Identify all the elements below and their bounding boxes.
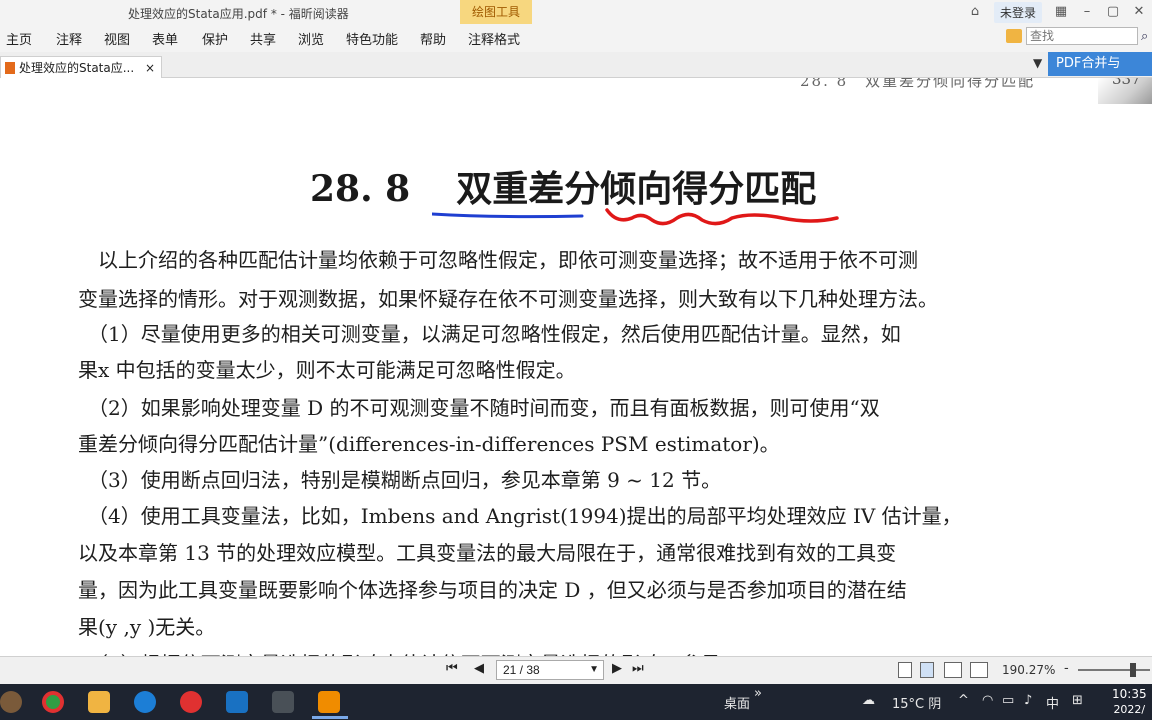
- single-page-view-icon[interactable]: [898, 662, 912, 678]
- window-controls: ⌂ 未登录 ▦ – ▢ ✕: [962, 0, 1152, 24]
- active-app-indicator: [312, 716, 348, 719]
- folder-icon[interactable]: [1006, 29, 1022, 43]
- weather-cloud-icon[interactable]: ☁: [862, 693, 875, 708]
- photos-app-icon[interactable]: [226, 691, 248, 713]
- toolbar-expand-icon[interactable]: »: [754, 686, 762, 701]
- file-explorer-icon[interactable]: [88, 691, 110, 713]
- chrome-icon[interactable]: [42, 691, 64, 713]
- shirt-skin-icon[interactable]: ⌂: [962, 0, 988, 24]
- menu-form[interactable]: 表单: [152, 29, 178, 48]
- ime-keyboard-icon[interactable]: ⊞: [1072, 693, 1083, 708]
- two-page-continuous-view-icon[interactable]: [970, 662, 988, 678]
- ime-indicator[interactable]: 中: [1046, 693, 1059, 712]
- ie-browser-icon[interactable]: [134, 691, 156, 713]
- zoom-level[interactable]: 190.27%: [1002, 663, 1055, 677]
- weather-text[interactable]: 15°C 阴: [892, 693, 941, 712]
- next-page-button[interactable]: ▶: [612, 661, 622, 676]
- calculator-icon[interactable]: [272, 691, 294, 713]
- menu-features[interactable]: 特色功能: [346, 29, 398, 48]
- menu-help[interactable]: 帮助: [420, 29, 446, 48]
- last-page-button[interactable]: ⏭: [632, 661, 644, 676]
- section-number: 28. 8: [310, 168, 411, 210]
- paragraph-line: 重差分倾向得分匹配估计量”(differences-in-differences…: [78, 432, 780, 456]
- running-head: 28. 8 双重差分倾向得分匹配: [800, 78, 1036, 90]
- battery-icon[interactable]: ▭: [1002, 693, 1014, 708]
- paragraph-line: （4）使用工具变量法，比如，Imbens and Angrist(1994)提出…: [78, 504, 962, 528]
- paragraph-line: 量，因为此工具变量既要影响个体选择参与项目的决定 D ，但又必须与是否参加项目的…: [78, 578, 907, 602]
- menu-comment[interactable]: 注释: [56, 29, 82, 48]
- paragraph-line: 果(y ,y )无关。: [78, 615, 216, 639]
- page-number-input[interactable]: 21 / 38 ▼: [496, 660, 604, 680]
- section-title-text: 双重差分倾向得分匹配: [456, 168, 817, 210]
- document-tab[interactable]: 处理效应的Stata应... ×: [0, 56, 162, 78]
- red-ink-stroke: [605, 208, 839, 226]
- system-clock[interactable]: 10:35 2022/: [1112, 686, 1147, 718]
- clock-time: 10:35: [1112, 687, 1147, 701]
- document-tab-bar: 处理效应的Stata应... ×: [0, 52, 1152, 78]
- tray-expand-icon[interactable]: ^: [958, 693, 969, 708]
- title-bar: 处理效应的Stata应用.pdf * - 福昕阅读器 绘图工具 ⌂ 未登录 ▦ …: [0, 0, 1152, 24]
- grid-layout-icon[interactable]: ▦: [1048, 0, 1074, 24]
- paragraph-line: 果x 中包括的变量太少，则不太可能满足可忽略性假定。: [78, 358, 576, 382]
- app-icon-1[interactable]: [0, 691, 22, 713]
- menu-home[interactable]: 主页: [6, 29, 32, 48]
- page-navigation-bar: ⏮ ◀ 21 / 38 ▼ ▶ ⏭ 190.27% -: [0, 656, 1152, 684]
- close-window-icon[interactable]: ✕: [1126, 0, 1152, 24]
- paragraph-line: （3）使用断点回归法，特别是模糊断点回归，参见本章第 9 ~ 12 节。: [78, 468, 722, 492]
- paragraph-line: 变量选择的情形。对于观测数据，如果怀疑存在依不可测变量选择，则大致有以下几种处理…: [78, 287, 938, 311]
- two-page-view-icon[interactable]: [944, 662, 962, 678]
- menu-browse[interactable]: 浏览: [298, 29, 324, 48]
- window-title: 处理效应的Stata应用.pdf * - 福昕阅读器: [128, 7, 349, 21]
- restore-icon[interactable]: ▢: [1100, 0, 1126, 24]
- tab-close-icon[interactable]: ×: [145, 61, 155, 75]
- context-tab-drawing-tools[interactable]: 绘图工具: [460, 0, 532, 24]
- wifi-icon[interactable]: ◠: [982, 693, 993, 708]
- blue-ink-stroke: [432, 212, 584, 219]
- tab-dropdown-icon[interactable]: ▼: [1033, 56, 1042, 70]
- minimize-icon[interactable]: –: [1074, 0, 1100, 24]
- zoom-slider-track[interactable]: [1078, 669, 1150, 671]
- foxit-reader-icon[interactable]: [318, 691, 340, 713]
- page-dropdown-icon[interactable]: ▼: [589, 661, 599, 679]
- ink-annotation[interactable]: [432, 206, 842, 230]
- first-page-button[interactable]: ⏮: [446, 661, 458, 676]
- continuous-view-icon[interactable]: [920, 662, 934, 678]
- login-button[interactable]: 未登录: [993, 1, 1042, 23]
- desktop-toolbar[interactable]: 桌面: [724, 693, 750, 712]
- ribbon-menu: 主页 注释 视图 表单 保护 共享 浏览 特色功能 帮助 注释格式: [0, 24, 1152, 52]
- previous-page-button[interactable]: ◀: [474, 661, 484, 676]
- paragraph-line: （1）尽量使用更多的相关可测变量，以满足可忽略性假定，然后使用匹配估计量。显然，…: [78, 322, 901, 346]
- zoom-slider-thumb[interactable]: [1130, 663, 1136, 677]
- search-area: ⌕: [1006, 27, 1148, 45]
- page-number: 337: [1112, 78, 1141, 88]
- section-heading: 28. 8 双重差分倾向得分匹配: [310, 160, 816, 212]
- volume-icon[interactable]: ♪: [1024, 693, 1032, 708]
- pdf-page-view[interactable]: 28. 8 双重差分倾向得分匹配 337 28. 8 双重差分倾向得分匹配 以上介…: [0, 78, 1152, 660]
- menu-view[interactable]: 视图: [104, 29, 130, 48]
- search-icon[interactable]: ⌕: [1141, 29, 1148, 44]
- pdf-file-icon: [5, 61, 15, 74]
- paragraph-line: （2）如果影响处理变量 D 的不可观测变量不随时间而变，而且有面板数据，则可使用…: [78, 396, 880, 420]
- page-indicator: 21 / 38: [503, 663, 540, 677]
- search-input[interactable]: [1026, 27, 1138, 45]
- zoom-out-button[interactable]: -: [1064, 661, 1069, 676]
- opera-icon[interactable]: [180, 691, 202, 713]
- menu-share[interactable]: 共享: [250, 29, 276, 48]
- paragraph-line: 以上介绍的各种匹配估计量均依赖于可忽略性假定，即依可测变量选择；故不适用于依不可…: [78, 248, 918, 272]
- pdf-merge-button[interactable]: PDF合并与: [1048, 52, 1152, 76]
- document-tab-label: 处理效应的Stata应...: [19, 61, 135, 75]
- menu-annotation-format[interactable]: 注释格式: [468, 29, 520, 48]
- clock-date: 2022/: [1113, 703, 1146, 716]
- paragraph-line: 以及本章第 13 节的处理效应模型。工具变量法的最大局限在于，通常很难找到有效的…: [78, 541, 897, 565]
- menu-protect[interactable]: 保护: [202, 29, 228, 48]
- os-taskbar: 桌面 » ☁ 15°C 阴 ^ ◠ ▭ ♪ 中 ⊞ 10:35 2022/: [0, 684, 1152, 720]
